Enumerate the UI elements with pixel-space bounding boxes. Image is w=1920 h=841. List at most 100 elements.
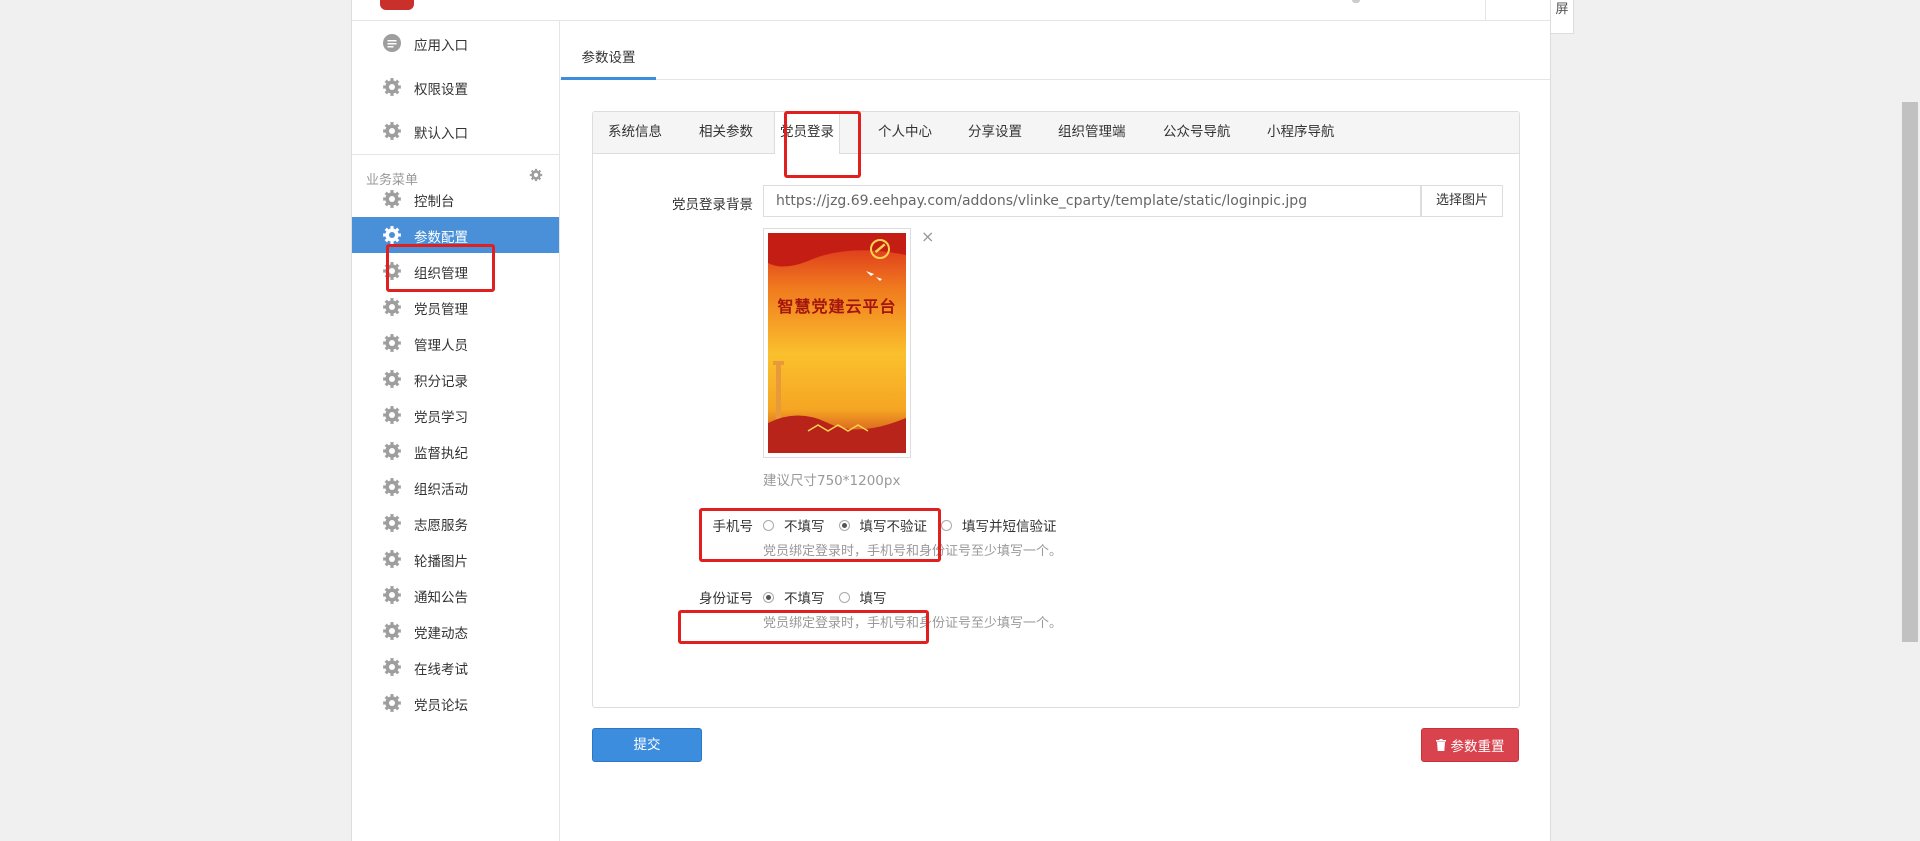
idcard-radio-group: 不填写 填写: [763, 587, 901, 607]
sidebar-item-label: 通知公告: [414, 590, 468, 606]
phone-option-no-verify[interactable]: 填写不验证: [838, 515, 927, 535]
sidebar-item-label: 党员论坛: [414, 698, 468, 714]
tab-personal-center[interactable]: 个人中心: [878, 112, 932, 153]
main-content: 参数设置 系统信息 相关参数 党员登录 个人中心 分享设置 组织管理端 公众号导…: [560, 21, 1550, 841]
sidebar-item-13[interactable]: 党建动态: [352, 613, 559, 649]
chat-icon: [383, 34, 401, 52]
sidebar-item-11[interactable]: 轮播图片: [352, 541, 559, 577]
phone-option-none[interactable]: 不填写: [763, 515, 825, 535]
login-poster-graphic: [768, 233, 906, 453]
gear-icon: [383, 514, 401, 532]
sidebar-item-4[interactable]: 党员管理: [352, 289, 559, 325]
login-bg-image: 智慧党建云平台: [768, 233, 906, 453]
sidebar-item-1[interactable]: 控制台: [352, 181, 559, 217]
sidebar-divider: [352, 154, 559, 155]
tab-org-admin[interactable]: 组织管理端: [1058, 112, 1126, 153]
top-bar: [352, 0, 1550, 21]
reset-params-button[interactable]: 参数重置: [1421, 728, 1519, 762]
sidebar-item-default-entry[interactable]: 默认入口: [352, 109, 559, 153]
sidebar-item-8[interactable]: 监督执纪: [352, 433, 559, 469]
gear-icon[interactable]: [529, 168, 543, 182]
idcard-help-text: 党员绑定登录时，手机号和身份证号至少填写一个。: [763, 616, 1063, 631]
gear-icon: [383, 370, 401, 388]
sidebar-item-label: 积分记录: [414, 374, 468, 390]
sidebar-item-7[interactable]: 党员学习: [352, 397, 559, 433]
app-window: 应用入口 权限设置 默认入口 业务菜单 控制台 参数配置 组织管理 党员管理 管理人员积…: [351, 0, 1551, 841]
gear-icon: [383, 694, 401, 712]
tab-member-login[interactable]: 党员登录: [774, 112, 840, 154]
phone-option-sms-verify[interactable]: 填写并短信验证: [941, 515, 1057, 535]
radio-button[interactable]: [838, 591, 850, 603]
sidebar-item-15[interactable]: 党员论坛: [352, 685, 559, 721]
tab-params-settings[interactable]: 参数设置: [561, 46, 656, 80]
remove-image-icon[interactable]: ×: [921, 229, 934, 245]
gear-icon: [383, 298, 401, 316]
sidebar-item-label: 志愿服务: [414, 518, 468, 534]
gear-icon: [383, 622, 401, 640]
login-bg-thumbnail[interactable]: 智慧党建云平台: [763, 228, 911, 458]
radio-button[interactable]: [838, 519, 850, 531]
sidebar-item-12[interactable]: 通知公告: [352, 577, 559, 613]
scrollbar-thumb[interactable]: [1902, 102, 1918, 642]
top-divider: [1485, 0, 1486, 20]
tab-official-account-nav[interactable]: 公众号导航: [1163, 112, 1231, 153]
sidebar-item-6[interactable]: 积分记录: [352, 361, 559, 397]
poster-title: 智慧党建云平台: [777, 297, 897, 316]
gear-icon: [383, 226, 401, 244]
sidebar: 应用入口 权限设置 默认入口 业务菜单 控制台 参数配置 组织管理 党员管理 管理人员积…: [352, 21, 560, 841]
fullscreen-panel[interactable]: 屏: [1550, 0, 1574, 34]
phone-label: 手机号: [712, 519, 754, 535]
sidebar-item-label: 组织活动: [414, 482, 468, 498]
login-bg-url-input[interactable]: https://jzg.69.eehpay.com/addons/vlinke_…: [763, 185, 1421, 217]
sidebar-item-label: 应用入口: [414, 38, 468, 54]
settings-panel: 系统信息 相关参数 党员登录 个人中心 分享设置 组织管理端 公众号导航 小程序…: [592, 111, 1520, 708]
sidebar-item-label: 默认入口: [414, 126, 468, 142]
tab-system-info[interactable]: 系统信息: [608, 112, 662, 153]
sidebar-item-app-entry[interactable]: 应用入口: [352, 21, 559, 65]
gear-icon: [383, 190, 401, 208]
logo: [380, 0, 414, 10]
gear-icon: [383, 122, 401, 140]
radio-button[interactable]: [763, 591, 774, 603]
gear-icon: [383, 658, 401, 676]
sidebar-item-3[interactable]: 组织管理: [352, 253, 559, 289]
gear-icon: [383, 442, 401, 460]
tab-bar: 系统信息 相关参数 党员登录 个人中心 分享设置 组织管理端 公众号导航 小程序…: [593, 112, 1519, 154]
sidebar-item-label: 参数配置: [414, 230, 468, 246]
tab-share-settings[interactable]: 分享设置: [968, 112, 1022, 153]
sidebar-item-14[interactable]: 在线考试: [352, 649, 559, 685]
select-image-button[interactable]: 选择图片: [1421, 185, 1503, 217]
size-hint: 建议尺寸750*1200px: [763, 473, 901, 489]
tab-related-params[interactable]: 相关参数: [699, 112, 753, 153]
idcard-option-fill[interactable]: 填写: [838, 587, 887, 607]
sidebar-item-label: 党员管理: [414, 302, 468, 318]
gear-icon: [383, 550, 401, 568]
top-indicator: [1352, 0, 1360, 3]
sidebar-item-permissions[interactable]: 权限设置: [352, 65, 559, 109]
gear-icon: [383, 262, 401, 280]
sidebar-item-label: 党员学习: [414, 410, 468, 426]
sidebar-item-9[interactable]: 组织活动: [352, 469, 559, 505]
gear-icon: [383, 406, 401, 424]
sidebar-item-label: 控制台: [414, 194, 455, 210]
idcard-option-none[interactable]: 不填写: [763, 587, 825, 607]
sidebar-item-5[interactable]: 管理人员: [352, 325, 559, 361]
reset-button-label: 参数重置: [1450, 739, 1505, 755]
phone-radio-group: 不填写 填写不验证 填写并短信验证: [763, 515, 1071, 535]
gear-icon: [383, 78, 401, 96]
radio-button[interactable]: [763, 519, 774, 531]
submit-button[interactable]: 提交: [592, 728, 702, 762]
sidebar-item-label: 管理人员: [414, 338, 468, 354]
tab-mini-program-nav[interactable]: 小程序导航: [1267, 112, 1335, 153]
sidebar-item-2[interactable]: 参数配置: [352, 217, 559, 253]
phone-help-text: 党员绑定登录时，手机号和身份证号至少填写一个。: [763, 544, 1063, 559]
gear-icon: [383, 586, 401, 604]
sidebar-item-label: 权限设置: [414, 82, 468, 98]
idcard-label: 身份证号: [699, 591, 753, 607]
sidebar-item-10[interactable]: 志愿服务: [352, 505, 559, 541]
gear-icon: [383, 334, 401, 352]
sidebar-item-label: 轮播图片: [414, 554, 468, 570]
radio-button[interactable]: [941, 519, 952, 531]
sidebar-item-label: 党建动态: [414, 626, 468, 642]
sidebar-item-label: 在线考试: [414, 662, 468, 678]
